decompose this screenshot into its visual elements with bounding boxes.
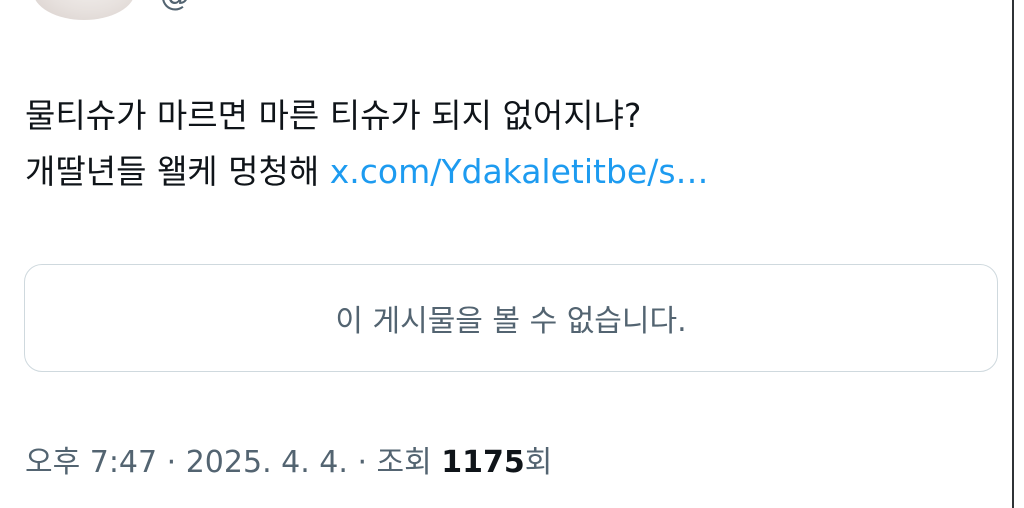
tweet-text-line-2: 개딸년들 왤케 멍청해 x.com/Ydakaletitbe/s… [25,144,985,200]
tweet-text: 물티슈가 마르면 마른 티슈가 되지 없어지냐? 개딸년들 왤케 멍청해 x.c… [25,88,985,200]
window-edge [1012,0,1014,508]
tweet-link[interactable]: x.com/Ydakaletitbe/s… [330,152,709,191]
quoted-post-unavailable-card[interactable]: 이 게시물을 볼 수 없습니다. [24,264,998,372]
views-count: 1175 [441,445,525,480]
tweet-text-line-1: 물티슈가 마르면 마른 티슈가 되지 없어지냐? [25,96,642,135]
avatar[interactable] [33,0,135,20]
tweet-time[interactable]: 오후 7:47 [25,445,157,480]
tweet-date[interactable]: 2025. 4. 4. [186,445,348,480]
tweet-text-line-2-content: 개딸년들 왤케 멍청해 [25,152,320,191]
meta-separator: · [347,445,377,480]
author-handle[interactable]: @ [160,0,190,13]
views-suffix: 회 [524,445,553,480]
unavailable-message: 이 게시물을 볼 수 없습니다. [335,304,687,339]
tweet-meta: 오후 7:47 · 2025. 4. 4. · 조회 1175회 [25,437,552,481]
meta-separator: · [157,445,186,480]
views-prefix: 조회 [376,445,442,480]
